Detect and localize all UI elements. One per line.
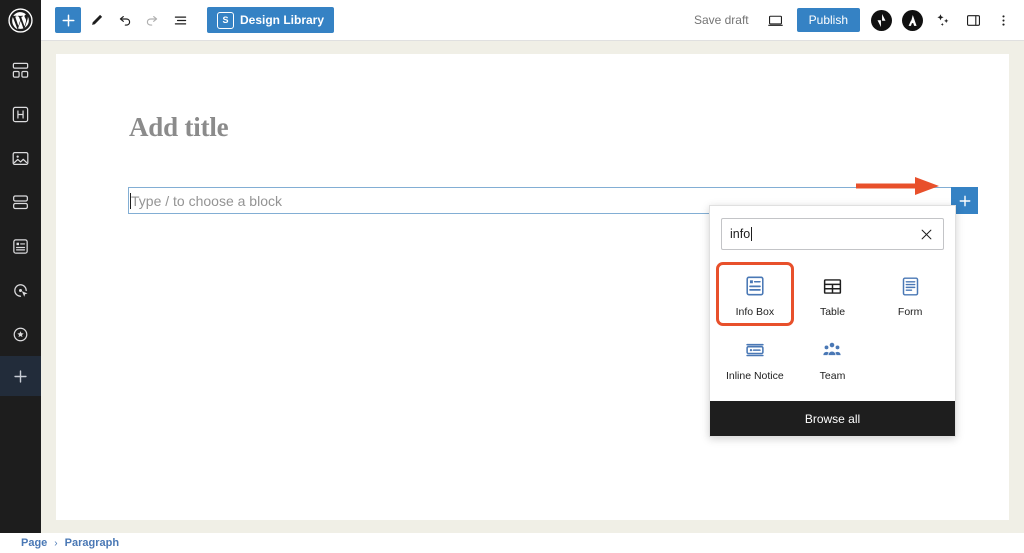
plus-icon xyxy=(13,369,28,384)
plus-icon xyxy=(61,13,76,28)
design-library-button[interactable]: S Design Library xyxy=(207,7,334,33)
block-item-label: Form xyxy=(898,306,923,319)
plus-icon xyxy=(958,194,972,208)
settings-sidebar-button[interactable] xyxy=(960,7,986,33)
edit-tool-button[interactable] xyxy=(83,7,109,33)
close-icon xyxy=(921,229,932,240)
block-inserter-popover: info Info Box xyxy=(709,205,956,437)
text-caret xyxy=(751,227,752,241)
gear-target-icon xyxy=(11,325,30,344)
redo-button[interactable] xyxy=(139,7,165,33)
paragraph-placeholder: Type / to choose a block xyxy=(131,193,282,209)
browse-all-button[interactable]: Browse all xyxy=(710,401,955,436)
design-library-label: Design Library xyxy=(240,13,324,27)
image-icon xyxy=(11,149,30,168)
page-title-placeholder[interactable]: Add title xyxy=(129,112,228,143)
ai-sparkles-icon xyxy=(934,11,952,29)
info-box-icon xyxy=(744,273,766,299)
document-lines-icon xyxy=(11,237,30,256)
undo-arrow-icon xyxy=(116,12,133,29)
block-item-label: Info Box xyxy=(736,306,775,319)
breadcrumb-item-paragraph[interactable]: Paragraph xyxy=(65,537,119,549)
toolbar-left-group: S Design Library xyxy=(41,7,334,33)
search-input[interactable]: info xyxy=(721,218,944,250)
wordpress-logo-icon xyxy=(8,8,33,33)
save-draft-button[interactable]: Save draft xyxy=(684,13,759,27)
editor-toolbar: S Design Library Save draft Publish xyxy=(41,0,1024,41)
ai-assistant-button[interactable] xyxy=(930,7,956,33)
block-item-info-box[interactable]: Info Box xyxy=(716,262,794,326)
sidebar-item-layouts[interactable] xyxy=(0,180,41,224)
jetpack-button[interactable] xyxy=(871,10,892,31)
list-view-icon xyxy=(172,12,189,29)
sidebar-item-interactions[interactable] xyxy=(0,268,41,312)
block-item-label: Inline Notice xyxy=(726,370,784,383)
preview-button[interactable] xyxy=(763,7,789,33)
block-item-inline-notice[interactable]: Inline Notice xyxy=(716,326,794,390)
redo-arrow-icon xyxy=(144,12,161,29)
sidebar-item-dashboard[interactable] xyxy=(0,48,41,92)
team-icon xyxy=(821,337,843,363)
inline-notice-icon xyxy=(744,337,766,363)
wordpress-logo[interactable] xyxy=(0,0,41,40)
sidebar-item-add-new[interactable] xyxy=(0,356,41,396)
more-options-icon xyxy=(996,12,1011,29)
undo-button[interactable] xyxy=(111,7,137,33)
grid-icon xyxy=(11,61,30,80)
bottom-status-bar: Page › Paragraph xyxy=(0,533,1024,553)
block-item-label: Team xyxy=(820,370,846,383)
astra-button[interactable] xyxy=(902,10,923,31)
table-icon xyxy=(822,273,843,299)
astra-icon xyxy=(903,11,922,30)
jetpack-icon xyxy=(872,11,891,30)
sidebar-item-settings[interactable] xyxy=(0,312,41,356)
document-overview-button[interactable] xyxy=(167,7,193,33)
pencil-icon xyxy=(88,12,105,29)
settings-sidebar-icon xyxy=(965,12,982,29)
breadcrumb-separator-icon: › xyxy=(54,538,57,549)
admin-sidebar xyxy=(0,0,41,533)
breadcrumb-item-page[interactable]: Page xyxy=(21,537,47,549)
publish-button[interactable]: Publish xyxy=(797,8,860,32)
block-item-form[interactable]: Form xyxy=(871,262,949,326)
cursor-click-icon xyxy=(11,281,30,300)
header-h-icon xyxy=(11,105,30,124)
block-item-team[interactable]: Team xyxy=(794,326,872,390)
design-library-badge: S xyxy=(217,12,234,29)
sidebar-item-headers[interactable] xyxy=(0,92,41,136)
block-results-grid: Info Box Table Form xyxy=(710,258,955,401)
desktop-preview-icon xyxy=(767,12,784,29)
form-icon xyxy=(900,273,921,299)
sidebar-item-content[interactable] xyxy=(0,224,41,268)
sidebar-item-media[interactable] xyxy=(0,136,41,180)
toolbar-right-group: Save draft Publish xyxy=(684,7,1024,33)
inserter-search-wrapper: info xyxy=(710,206,955,258)
breadcrumb: Page › Paragraph xyxy=(0,537,119,549)
clear-search-button[interactable] xyxy=(917,225,935,243)
block-item-table[interactable]: Table xyxy=(794,262,872,326)
stacked-rows-icon xyxy=(11,193,30,212)
toggle-block-inserter-button[interactable] xyxy=(55,7,81,33)
block-item-label: Table xyxy=(820,306,845,319)
search-input-value: info xyxy=(730,227,750,241)
more-options-button[interactable] xyxy=(990,7,1016,33)
